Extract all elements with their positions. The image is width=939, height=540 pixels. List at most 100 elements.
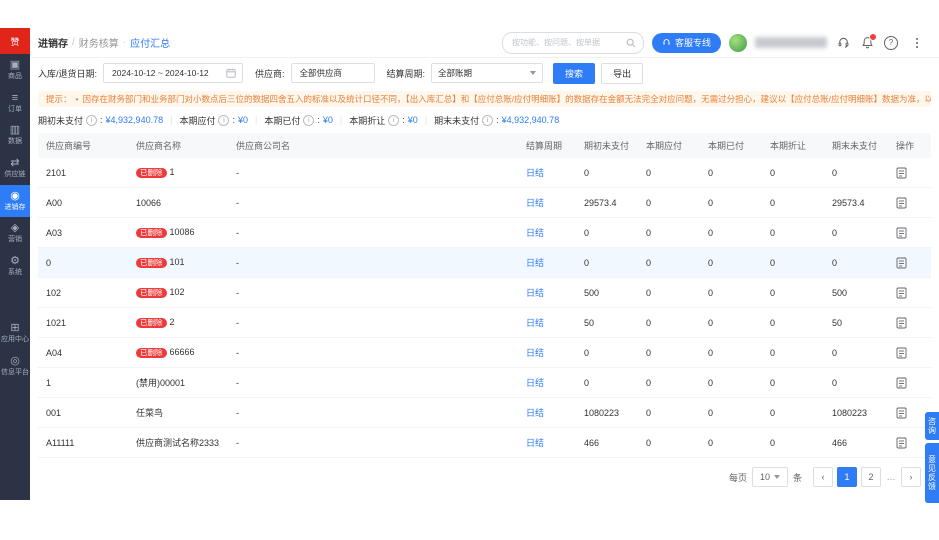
paid-amount: 0 [708,287,714,298]
customer-service-button[interactable] [835,35,851,51]
breadcrumb-root[interactable]: 进销存 [38,35,68,50]
more-menu-button[interactable] [907,33,927,53]
info-icon[interactable]: i [388,114,400,126]
document-icon [896,257,907,268]
row-detail-button[interactable] [888,437,928,449]
period-filter-value: 全部账期 [438,68,473,78]
page-button-2[interactable]: 2 [861,467,881,487]
table-row: 1 (禁用)00001 - 日结 0 0 0 0 0 [38,368,931,398]
table-row: A04 已删除 66666- 日结 0 0 0 0 0 [38,338,931,368]
row-detail-button[interactable] [888,257,928,269]
sidebar-item-info-platform[interactable]: ◎ 信息平台 [0,350,30,383]
supplier-name-text: 10066 [136,197,162,208]
supplier-company: - [236,317,239,328]
search-button[interactable]: 搜索 [553,62,596,84]
settlement-period[interactable]: 日结 [518,196,576,209]
supplier-code: 102 [46,287,62,298]
help-button[interactable]: ? [883,35,899,51]
info-icon[interactable]: i [303,114,315,126]
orders-icon: ≡ [11,91,19,104]
info-icon[interactable]: i [482,114,494,126]
row-detail-button[interactable] [888,287,928,299]
notice-bullet: • [75,94,79,104]
period-filter-select[interactable]: 全部账期 [431,63,544,83]
column-header: 供应商编号 [46,141,92,151]
date-range-picker[interactable] [103,63,244,83]
row-detail-button[interactable] [888,347,928,359]
supplier-name: 已删除 101 [128,256,228,269]
row-detail-button[interactable] [888,377,928,389]
sidebar-item-data[interactable]: ▥ 数据 [0,119,30,152]
document-icon [896,347,907,358]
supplier-name: 10066 [128,198,228,208]
sidebar-item-app-center[interactable]: ⊞ 应用中心 [0,317,30,350]
summary-value: ¥0 [322,115,333,125]
supply-chain-icon: ⇄ [10,157,20,170]
settlement-period[interactable]: 日结 [518,376,576,389]
app-logo[interactable]: 赞 [0,28,30,54]
summary-item: 期初未支付 i: ¥4,932,940.78 [38,114,163,127]
notifications-button[interactable] [859,32,877,51]
marketing-icon: ◈ [10,222,20,235]
discount-amount: 0 [770,227,776,238]
row-detail-button[interactable] [888,167,928,179]
sidebar-item-orders[interactable]: ≡ 订单 [0,87,30,120]
row-detail-button[interactable] [888,317,928,329]
table-row: 001 任菜鸟 - 日结 1080223 0 0 0 1080223 [38,398,931,428]
pager-pages: ‹ 1 2 … › [813,467,921,487]
opening-amount: 500 [584,287,600,298]
search-input[interactable] [509,37,622,48]
sidebar-item-system[interactable]: ⚙ 系统 [0,250,30,283]
sidebar-item-inventory[interactable]: ◉ 进销存 [0,184,30,218]
support-hotline-label: 客服专线 [674,38,711,48]
settlement-period[interactable]: 日结 [518,346,576,359]
sidebar-item-marketing[interactable]: ◈ 营销 [0,217,30,250]
settlement-period[interactable]: 日结 [518,436,576,449]
page-button-1[interactable]: 1 [837,467,857,487]
per-page-select[interactable]: 10 [751,467,788,487]
supplier-name: 已删除 66666 [128,346,228,359]
prev-page-button[interactable]: ‹ [813,467,833,487]
settlement-period[interactable]: 日结 [518,166,576,179]
summary-colon: : [496,115,499,125]
side-consult-tab[interactable]: 咨询 [925,412,939,440]
info-icon[interactable]: i [86,114,98,126]
supplier-code: A03 [46,227,63,238]
support-hotline-button[interactable]: 客服专线 [651,32,721,53]
row-detail-button[interactable] [888,197,928,209]
settlement-period[interactable]: 日结 [518,256,576,269]
sidebar-item-supply-chain[interactable]: ⇄ 供应链 [0,152,30,185]
breadcrumb-section[interactable]: 财务核算 [79,35,119,50]
breadcrumb: 进销存 / 财务核算 · 应付汇总 [38,35,170,50]
settlement-period[interactable]: 日结 [518,226,576,239]
discount-amount: 0 [770,377,776,388]
column-header: 供应商公司名 [236,141,291,151]
opening-amount: 0 [584,227,590,238]
app-center-icon: ⊞ [10,321,20,334]
settlement-period[interactable]: 日结 [518,316,576,329]
closing-amount: 0 [832,347,838,358]
row-detail-button[interactable] [888,227,928,239]
supplier-name-text: 101 [169,256,185,267]
supplier-filter-input[interactable] [297,67,368,79]
row-detail-button[interactable] [888,407,928,419]
supplier-company: - [236,347,239,358]
next-page-button[interactable]: › [901,467,921,487]
discount-amount: 0 [770,287,776,298]
settlement-period[interactable]: 日结 [518,406,576,419]
paid-amount: 0 [708,167,714,178]
supplier-name-text: 66666 [169,346,195,357]
sidebar-item-label: 数据 [8,138,22,146]
export-button[interactable]: 导出 [601,62,644,84]
settlement-period[interactable]: 日结 [518,286,576,299]
user-avatar[interactable] [729,33,747,52]
search-icon[interactable] [626,38,636,48]
info-icon[interactable]: i [218,114,230,126]
supplier-filter[interactable] [290,63,375,83]
sidebar-item-goods[interactable]: ▣ 商品 [0,54,30,87]
closing-amount: 0 [832,377,838,388]
supplier-code: A04 [46,347,63,358]
date-range-input[interactable] [110,67,223,79]
feedback-tab[interactable]: 意见反馈 [925,443,939,503]
column-header: 期末未支付 [832,141,878,151]
